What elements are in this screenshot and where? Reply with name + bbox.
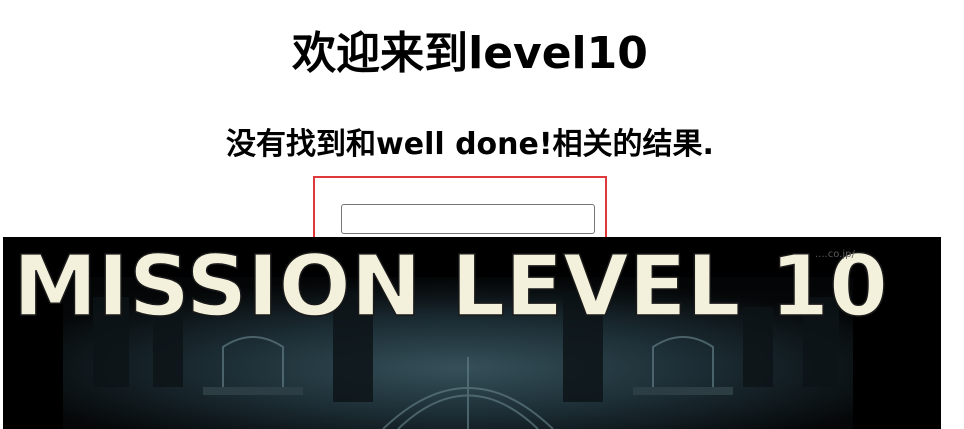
- banner-title-text: MISSION LEVEL 10: [13, 237, 888, 335]
- banner-graphic: MISSION LEVEL 10 ....co.jp/: [3, 237, 941, 429]
- page: 欢迎来到level10 没有找到和well done!相关的结果. MISSIO…: [0, 0, 964, 429]
- search-result-message: 没有找到和well done!相关的结果.: [226, 127, 714, 162]
- banner-watermark: ....co.jp/: [815, 249, 855, 260]
- mission-banner-image: MISSION LEVEL 10 ....co.jp/: [3, 237, 941, 429]
- page-title: 欢迎来到level10: [292, 28, 648, 79]
- search-input[interactable]: [341, 204, 595, 234]
